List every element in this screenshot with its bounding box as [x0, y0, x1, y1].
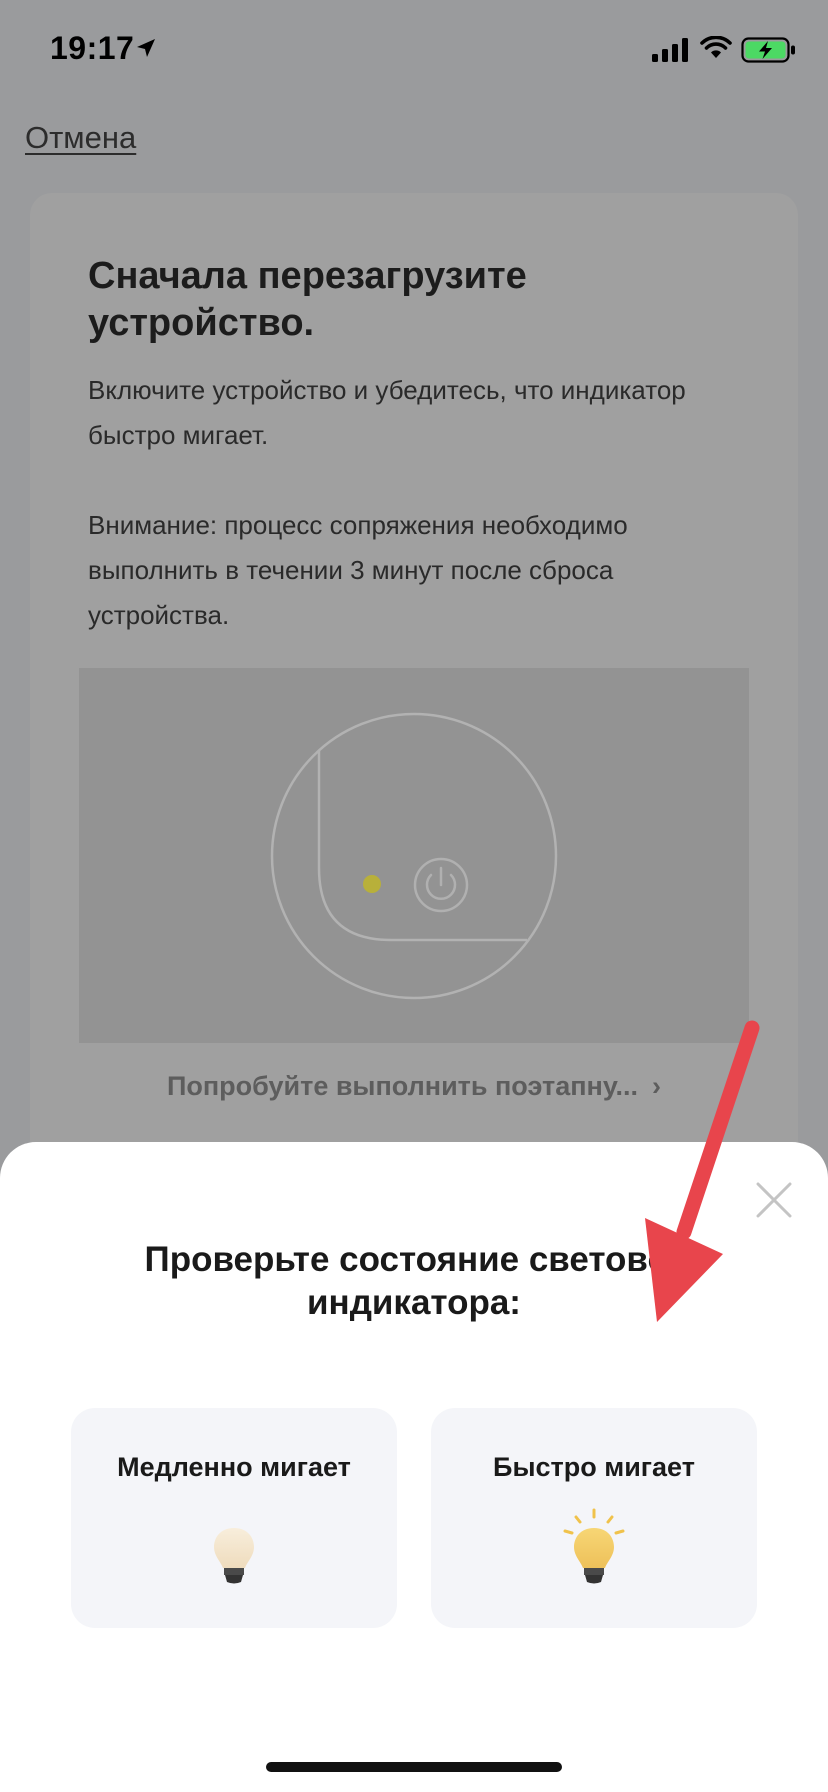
cancel-link[interactable]: Отмена: [25, 120, 136, 156]
indicator-led-icon: [363, 875, 381, 893]
power-button-icon: [413, 857, 469, 913]
bright-bulb-icon: [563, 1508, 625, 1584]
status-time: 19:17: [50, 30, 135, 66]
close-icon[interactable]: [752, 1178, 796, 1222]
cellular-signal-icon: [652, 38, 688, 62]
sheet-title-line1: Проверьте состояние световог: [144, 1240, 684, 1279]
home-indicator: [266, 1762, 562, 1772]
fast-blink-option[interactable]: Быстро мигает: [431, 1408, 757, 1628]
device-illustration: [79, 668, 749, 1043]
sheet-title-line2: индикатора:: [307, 1283, 521, 1322]
chevron-right-icon: ›: [652, 1071, 662, 1101]
battery-charging-icon: [741, 37, 795, 63]
fast-blink-label: Быстро мигает: [493, 1452, 695, 1482]
card-title: Сначала перезагрузите устройство.: [88, 255, 527, 344]
slow-blink-option[interactable]: Медленно мигает: [71, 1408, 397, 1628]
slow-blink-label: Медленно мигает: [117, 1452, 351, 1482]
step-by-step-link[interactable]: Попробуйте выполнить поэтапну... ›: [30, 1071, 798, 1102]
location-arrow-icon: [137, 39, 155, 57]
dim-bulb-icon: [214, 1528, 254, 1584]
card-description: Включите устройство и убедитесь, что инд…: [88, 375, 686, 450]
reset-instructions-card: Сначала перезагрузите устройство. Включи…: [30, 193, 798, 1193]
card-note: Внимание: процесс сопряжения необходимо …: [88, 510, 628, 630]
sheet-title: Проверьте состояние световог индикатора:: [0, 1238, 828, 1324]
step-link-label: Попробуйте выполнить поэтапну...: [166, 1071, 639, 1101]
indicator-status-sheet: Проверьте состояние световог индикатора:…: [0, 1142, 828, 1792]
wifi-icon: [700, 36, 732, 58]
status-bar: 19:17: [0, 0, 828, 100]
